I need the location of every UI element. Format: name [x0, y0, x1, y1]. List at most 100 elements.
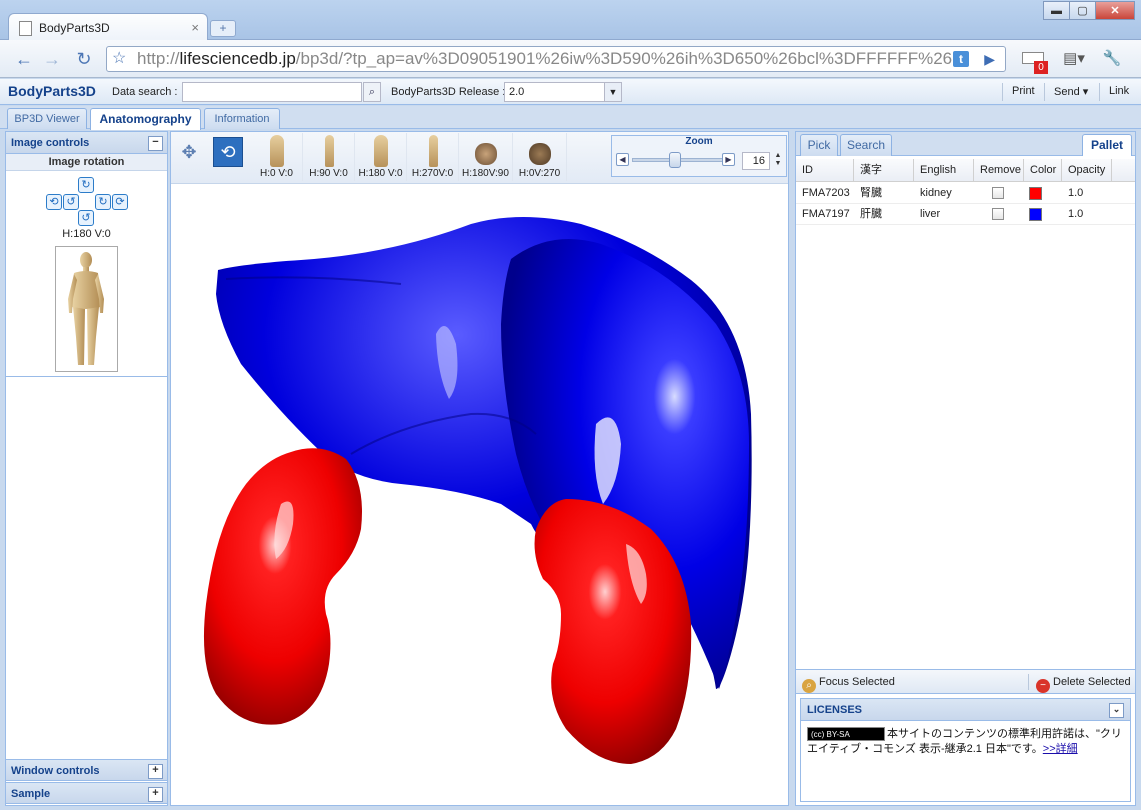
zoom-out-icon[interactable]: ◀	[616, 153, 629, 166]
back-arrow-icon[interactable]: ←	[12, 47, 36, 71]
data-search-input[interactable]	[182, 82, 362, 102]
viewer-toolbar: ✥ ⟲ H:0 V:0 H:90 V:0 H:180 V:0 H:270V:0 …	[171, 132, 788, 184]
col-color[interactable]: Color	[1024, 159, 1062, 182]
licenses-header[interactable]: LICENSES ⌄	[801, 699, 1130, 721]
app-logo: BodyParts3D	[8, 83, 96, 99]
rotate-up-icon[interactable]: ↻	[78, 177, 94, 193]
expand-icon[interactable]: +	[148, 764, 163, 779]
wrench-menu-icon[interactable]: 🔧▾	[1100, 47, 1124, 91]
delete-icon: −	[1036, 679, 1050, 693]
preset-label: H:0 V:0	[260, 168, 293, 179]
zoom-slider-thumb[interactable]	[668, 152, 681, 168]
release-label: BodyParts3D Release :	[391, 86, 506, 98]
extension-t-icon[interactable]: t	[953, 51, 969, 67]
view-preset-front[interactable]: H:0 V:0	[251, 133, 303, 181]
tab-close-icon[interactable]: ×	[191, 20, 199, 35]
body-figure-icon	[428, 135, 438, 167]
col-kanji[interactable]: 漢字	[854, 159, 914, 182]
pan-move-icon[interactable]: ✥	[174, 137, 204, 167]
url-scheme: http://	[137, 49, 180, 68]
view-preset-top[interactable]: H:180V:90	[459, 133, 513, 181]
rotate-right-icon[interactable]: ↻	[95, 194, 111, 210]
body-figure-icon	[528, 143, 551, 165]
view-preset-right[interactable]: H:270V:0	[407, 133, 459, 181]
close-window-button[interactable]: ✕	[1095, 1, 1135, 20]
url-host: lifesciencedb.jp	[179, 49, 296, 68]
license-text: 本サイトのコンテンツの標準利用許諾は、"クリエイティブ・コモンズ 表示-継承2.…	[807, 727, 1129, 757]
table-row[interactable]: FMA7203 腎臓 kidney 1.0	[796, 183, 1135, 204]
color-swatch[interactable]	[1029, 208, 1042, 221]
browser-tab[interactable]: BodyParts3D ×	[8, 13, 208, 41]
rotate-mode-icon[interactable]: ⟲	[213, 137, 243, 167]
kidney-left-model[interactable]	[203, 448, 362, 725]
forward-arrow-icon[interactable]: →	[40, 47, 64, 71]
cell-opacity[interactable]: 1.0	[1062, 204, 1083, 225]
collapse-icon[interactable]: −	[148, 136, 163, 151]
zoom-value-field[interactable]: 16	[742, 152, 770, 170]
license-details-link[interactable]: >>詳細	[1043, 743, 1078, 755]
expand-icon[interactable]: +	[148, 787, 163, 802]
view-preset-bottom[interactable]: H:0V:270	[513, 133, 567, 181]
rotate-left-fast-icon[interactable]: ⟲	[46, 194, 62, 210]
col-id[interactable]: ID	[796, 159, 854, 182]
col-opacity[interactable]: Opacity	[1062, 159, 1112, 182]
rotate-down-icon[interactable]: ↺	[78, 210, 94, 226]
window-controls-header[interactable]: Window controls +	[6, 759, 167, 781]
chevron-down-icon[interactable]: ▼	[604, 83, 621, 101]
remove-checkbox[interactable]	[992, 208, 1004, 220]
bookmark-star-icon[interactable]: ☆	[112, 47, 126, 71]
view-preset-back[interactable]: H:180 V:0	[355, 133, 407, 181]
send-menu-button[interactable]: Send ▾	[1054, 85, 1088, 98]
address-bar[interactable]: ☆ http://lifesciencedb.jp/bp3d/?tp_ap=av…	[106, 46, 1006, 72]
tab-pick[interactable]: Pick	[800, 134, 838, 156]
tab-pallet[interactable]: Pallet	[1082, 134, 1132, 156]
delete-selected-button[interactable]: − Delete Selected	[1036, 674, 1131, 693]
collapse-icon[interactable]: ⌄	[1109, 703, 1124, 718]
preset-label: H:180 V:0	[358, 168, 403, 179]
tab-bp3d-viewer[interactable]: BP3D Viewer	[7, 108, 87, 129]
print-button[interactable]: Print	[1012, 85, 1035, 97]
maximize-button[interactable]: ▢	[1069, 1, 1096, 20]
sample-header[interactable]: Sample +	[6, 782, 167, 804]
zoom-in-icon[interactable]: ▶	[722, 153, 735, 166]
app-header: BodyParts3D Data search : ⌕ BodyParts3D …	[0, 79, 1141, 105]
pallet-grid-header: ID 漢字 English Remove Color Opacity	[796, 159, 1135, 182]
tab-anatomography[interactable]: Anatomography	[90, 108, 201, 130]
tab-search[interactable]: Search	[840, 134, 892, 156]
image-controls-header[interactable]: Image controls −	[6, 132, 167, 154]
zoom-control: Zoom ◀ ▶ 16 ▲ ▼	[611, 135, 787, 177]
cell-opacity[interactable]: 1.0	[1062, 183, 1083, 204]
image-controls-title: Image controls	[11, 137, 90, 149]
view-preset-left[interactable]: H:90 V:0	[303, 133, 355, 181]
body-figure-icon	[373, 135, 388, 167]
divider	[1028, 674, 1029, 690]
cell-id: FMA7203	[802, 187, 850, 199]
search-icon[interactable]: ⌕	[363, 82, 381, 102]
browser-titlebar: BodyParts3D × + ▬ ▢ ✕	[0, 0, 1141, 41]
color-swatch[interactable]	[1029, 187, 1042, 200]
body-thumbnail	[55, 246, 118, 372]
table-row[interactable]: FMA7197 肝臓 liver 1.0	[796, 204, 1135, 225]
page-menu-icon[interactable]: ▤▾	[1062, 47, 1086, 71]
tab-information[interactable]: Information	[204, 108, 280, 129]
body-figure-icon	[68, 252, 104, 365]
col-english[interactable]: English	[914, 159, 974, 182]
zoom-spinner[interactable]: ▲ ▼	[772, 152, 784, 170]
cell-kanji: 腎臓	[860, 187, 882, 199]
render-canvas[interactable]	[171, 184, 788, 805]
col-remove[interactable]: Remove	[974, 159, 1024, 182]
release-value: 2.0	[509, 86, 525, 98]
reload-icon[interactable]: ↻	[72, 47, 96, 71]
rotate-right-fast-icon[interactable]: ⟳	[112, 194, 128, 210]
minimize-button[interactable]: ▬	[1043, 1, 1070, 20]
release-select[interactable]: 2.0 ▼	[504, 82, 622, 102]
focus-selected-button[interactable]: ⌕ Focus Selected	[802, 674, 895, 693]
divider	[1099, 83, 1100, 101]
go-icon[interactable]: ▶	[984, 47, 995, 71]
rotate-left-icon[interactable]: ↺	[63, 194, 79, 210]
organ-rendering	[203, 217, 752, 764]
focus-selected-label: Focus Selected	[819, 676, 895, 688]
link-button[interactable]: Link	[1109, 85, 1129, 97]
remove-checkbox[interactable]	[992, 187, 1004, 199]
new-tab-button[interactable]: +	[210, 20, 236, 37]
